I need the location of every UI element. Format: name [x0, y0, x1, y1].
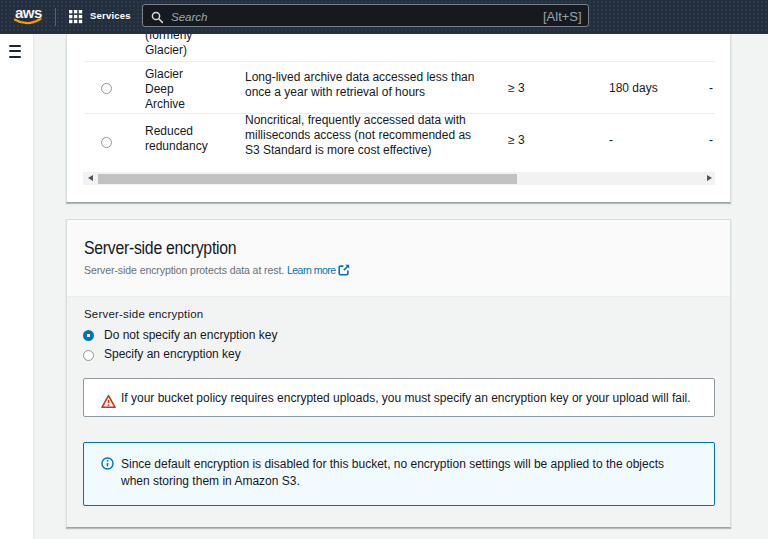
- svg-text:aws: aws: [15, 7, 42, 21]
